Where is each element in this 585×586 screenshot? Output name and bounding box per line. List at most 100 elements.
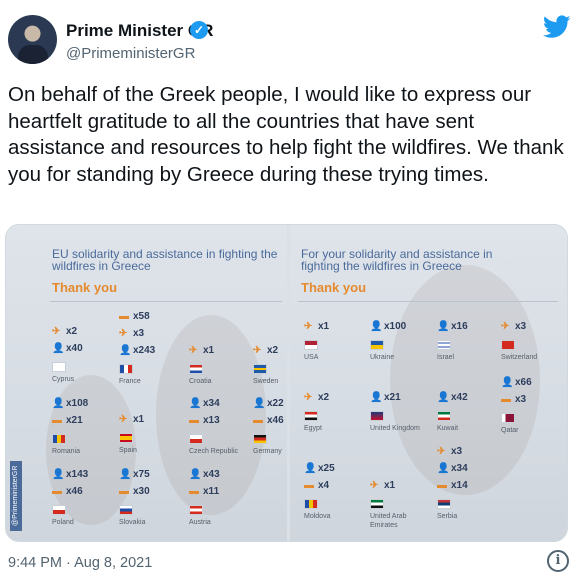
person-icon: 👤 xyxy=(370,321,383,332)
country-block: ✈ x1 USA xyxy=(304,320,370,362)
asset-count: ✈ x1 xyxy=(304,320,370,337)
country-name: Slovakia xyxy=(119,519,146,526)
left-panel-thanks: Thank you xyxy=(52,280,118,295)
country-name: Serbia xyxy=(437,513,458,520)
asset-count: 👤 x243 xyxy=(119,344,185,361)
asset-count: ▬ x11 xyxy=(189,485,255,502)
country-name: France xyxy=(119,378,141,385)
flag-icon xyxy=(119,433,133,443)
flag-icon xyxy=(437,340,451,350)
flag-icon xyxy=(52,362,66,372)
info-icon[interactable]: i xyxy=(547,550,569,572)
country-block: ✈ x3 👤 x34 ▬ x14 Serbia xyxy=(437,445,503,521)
plane-icon: ✈ xyxy=(52,326,61,337)
asset-count-value: x3 xyxy=(133,328,145,339)
asset-count: ✈ x3 xyxy=(437,445,503,462)
asset-count-value: x1 xyxy=(384,480,396,491)
person-icon: 👤 xyxy=(437,321,450,332)
asset-count-value: x58 xyxy=(133,311,150,322)
media-left-panel[interactable]: EU solidarity and assistance in fighting… xyxy=(6,225,287,541)
flag-icon xyxy=(189,505,203,515)
asset-count: 👤 x66 xyxy=(501,376,567,393)
person-icon: 👤 xyxy=(52,398,65,409)
country-name: Kuwait xyxy=(437,425,459,432)
flag-icon xyxy=(304,411,318,421)
asset-count-value: x108 xyxy=(66,398,89,409)
asset-count-value: x3 xyxy=(451,446,463,457)
plane-icon: ✈ xyxy=(253,345,262,356)
country-block: 👤 x34 ▬ x13 Czech Republic xyxy=(189,397,255,456)
asset-count: ✈ x2 xyxy=(304,391,370,408)
asset-count-value: x16 xyxy=(451,321,468,332)
plane-icon: ✈ xyxy=(304,321,313,332)
asset-count: 👤 x143 xyxy=(52,468,118,485)
country-block: 👤 x21 United Kingdom xyxy=(370,391,436,433)
asset-count: ▬ x58 xyxy=(119,310,185,327)
flag-icon xyxy=(189,364,203,374)
asset-count-value: x43 xyxy=(203,469,220,480)
asset-count-value: x21 xyxy=(66,415,83,426)
flag-icon xyxy=(501,413,515,423)
asset-count: ▬ x4 xyxy=(304,479,370,496)
asset-count-value: x46 xyxy=(66,486,83,497)
country-name: Qatar xyxy=(501,427,519,434)
truck-icon: ▬ xyxy=(52,486,62,497)
twitter-bird-icon[interactable] xyxy=(543,15,571,39)
flag-icon xyxy=(304,340,318,350)
person-icon: 👤 xyxy=(253,398,266,409)
asset-count-value: x34 xyxy=(203,398,220,409)
asset-count: ✈ x1 xyxy=(119,413,185,430)
asset-count: ▬ x30 xyxy=(119,485,185,502)
flag-icon xyxy=(52,434,66,444)
heli-icon: ✈ xyxy=(437,446,446,457)
country-block: ✈ x3 Switzerland xyxy=(501,320,567,362)
truck-icon: ▬ xyxy=(119,486,129,497)
plane-icon: ✈ xyxy=(119,414,128,425)
author-handle[interactable]: @PrimeministerGR xyxy=(66,45,195,62)
country-block: 👤 x16 Israel xyxy=(437,320,503,362)
asset-count: 👤 x34 xyxy=(437,462,503,479)
truck-icon: ▬ xyxy=(119,311,129,322)
truck-icon: ▬ xyxy=(304,480,314,491)
truck-icon: ▬ xyxy=(189,415,199,426)
asset-count-value: x22 xyxy=(267,398,284,409)
country-block: 👤 x66 ▬ x3 Qatar xyxy=(501,376,567,435)
plane-icon: ✈ xyxy=(189,345,198,356)
country-name: Moldova xyxy=(304,513,331,520)
country-name: Egypt xyxy=(304,425,322,432)
country-block: 👤 x75 ▬ x30 Slovakia xyxy=(119,468,185,527)
country-block: ✈ x2 Egypt xyxy=(304,391,370,433)
avatar[interactable] xyxy=(8,15,57,64)
asset-count: ▬ x21 xyxy=(52,414,118,431)
flag-icon xyxy=(253,364,267,374)
country-name: Croatia xyxy=(189,378,212,385)
plane-icon: ✈ xyxy=(119,328,128,339)
asset-count-value: x3 xyxy=(515,321,527,332)
asset-count: ✈ x3 xyxy=(119,327,185,344)
country-block: 👤 x108 ▬ x21 Romania xyxy=(52,397,118,456)
right-panel-thanks: Thank you xyxy=(301,280,367,295)
asset-count: ✈ x3 xyxy=(501,320,567,337)
tweet-media[interactable]: EU solidarity and assistance in fighting… xyxy=(5,224,568,542)
asset-count: 👤 x21 xyxy=(370,391,436,408)
tweet-text: On behalf of the Greek people, I would l… xyxy=(8,83,564,186)
country-block: 👤 x143 ▬ x46 Poland xyxy=(52,468,118,527)
asset-count-value: x4 xyxy=(318,480,330,491)
truck-icon: ▬ xyxy=(52,415,62,426)
tweet-timestamp[interactable]: 9:44 PM · Aug 8, 2021 xyxy=(8,555,152,571)
flag-icon xyxy=(304,499,318,509)
flag-icon xyxy=(253,434,267,444)
country-name: Cyprus xyxy=(52,376,75,383)
flag-icon xyxy=(370,340,384,350)
person-icon: 👤 xyxy=(189,398,202,409)
asset-count-value: x1 xyxy=(318,321,330,332)
asset-count: ▬ x46 xyxy=(52,485,118,502)
flag-icon xyxy=(501,340,515,350)
asset-count: 👤 x108 xyxy=(52,397,118,414)
country-name: Austria xyxy=(189,519,211,526)
asset-count: ▬ x3 xyxy=(501,393,567,410)
asset-count-value: x1 xyxy=(203,345,215,356)
asset-count-value: x46 xyxy=(267,415,284,426)
country-name: United Kingdom xyxy=(370,425,420,432)
media-right-panel[interactable]: For your solidarity and assistance in fi… xyxy=(290,225,567,541)
